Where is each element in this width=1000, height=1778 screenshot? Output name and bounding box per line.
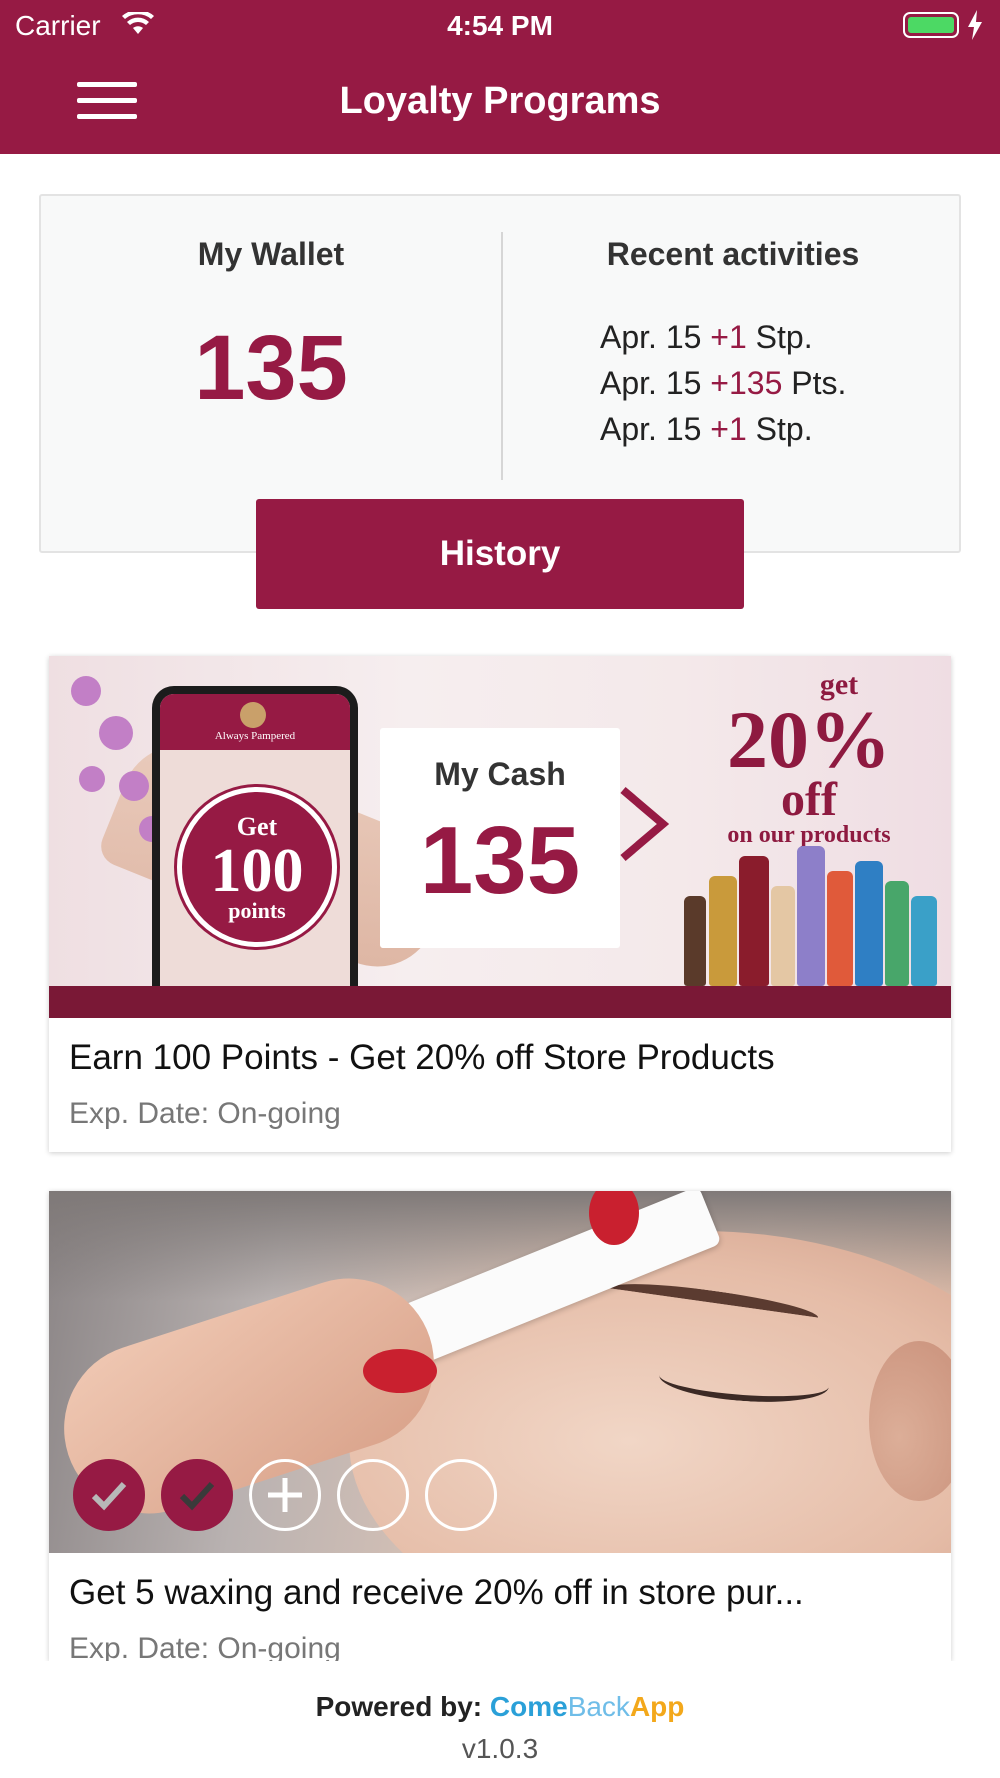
activity-row: Apr. 15 +1 Stp. [600, 314, 940, 360]
orchid-flower [119, 771, 149, 801]
phone-header: Always Pampered [160, 694, 350, 750]
recent-activities-list: Apr. 15 +1 Stp. Apr. 15 +135 Pts. Apr. 1… [600, 314, 940, 452]
status-time: 4:54 PM [447, 10, 553, 41]
orchid-flower [99, 716, 133, 750]
promo-text: get 20% off on our products [689, 668, 929, 849]
banner-bottom-strip [49, 986, 951, 1018]
phone-brand-name: Always Pampered [214, 730, 296, 742]
product-bottle [771, 886, 795, 986]
brand-logo-icon [240, 702, 266, 728]
activity-amount: +1 [710, 411, 747, 447]
badge-points-text: points [228, 898, 286, 923]
top-bar: Carrier 4:54 PM Loyalty Programs [0, 0, 1000, 154]
activity-unit: Pts. [791, 365, 847, 401]
recent-activities-title: Recent activities [606, 236, 860, 272]
activity-row: Apr. 15 +1 Stp. [600, 406, 940, 452]
activity-date: Apr. 15 [600, 411, 702, 447]
activity-unit: Stp. [755, 411, 813, 447]
stamp-completed [161, 1459, 233, 1531]
battery-fill [908, 17, 954, 33]
promo-tail: on our products [727, 822, 891, 848]
my-cash-value: 135 [419, 807, 581, 914]
brand-part-back[interactable]: Back [568, 1691, 630, 1722]
my-cash-box: My Cash 135 [380, 728, 620, 948]
history-button[interactable]: History [256, 499, 744, 609]
charging-bolt-icon [968, 10, 982, 40]
stamp-completed [73, 1459, 145, 1531]
product-bottle [911, 896, 937, 986]
offer-title: Get 5 waxing and receive 20% off in stor… [69, 1573, 804, 1612]
app-version: v1.0.3 [461, 1733, 539, 1764]
footer: Powered by: ComeBackApp v1.0.3 [0, 1661, 1000, 1778]
stamp-empty [337, 1459, 409, 1531]
wallet-balance: 135 [194, 317, 348, 419]
product-bottle [684, 896, 706, 986]
brand-part-come[interactable]: Come [490, 1691, 568, 1722]
status-bar: Carrier 4:54 PM [0, 0, 1000, 50]
activity-unit: Stp. [755, 319, 813, 355]
product-bottle [827, 871, 853, 986]
orchid-flower [79, 766, 105, 792]
promo-percent: 20% [727, 694, 891, 785]
checkmark-icon [91, 1481, 127, 1511]
orchid-flower [71, 676, 101, 706]
product-bottle [885, 881, 909, 986]
activity-date: Apr. 15 [600, 365, 702, 401]
product-bottle [709, 876, 737, 986]
my-cash-label: My Cash [434, 756, 566, 792]
page-title: Loyalty Programs [339, 80, 661, 122]
offer-banner-image: Always Pampered Get 100 points My Cash 1… [49, 656, 951, 1018]
stamp-empty [425, 1459, 497, 1531]
offer-expiry: Exp. Date: On-going [69, 1097, 341, 1130]
offer-expiry: Exp. Date: On-going [69, 1632, 341, 1661]
red-nail [363, 1349, 437, 1393]
stamp-progress [73, 1459, 497, 1533]
chevron-right-icon [620, 786, 669, 862]
activity-row: Apr. 15 +135 Pts. [600, 360, 940, 406]
offer-title: Earn 100 Points - Get 20% off Store Prod… [69, 1038, 775, 1077]
activity-amount: +1 [710, 319, 747, 355]
offer-banner-image [49, 1191, 951, 1553]
get-points-badge: Get 100 points [177, 787, 337, 947]
checkmark-icon [179, 1481, 215, 1511]
product-bottle [855, 861, 883, 986]
stamp-add[interactable] [249, 1459, 321, 1531]
plus-icon [268, 1478, 302, 1512]
product-bottle [739, 856, 769, 986]
product-bottle [797, 846, 825, 986]
powered-label: Powered by: [315, 1691, 483, 1722]
battery-icon [903, 12, 959, 38]
brand-part-app[interactable]: App [630, 1691, 684, 1722]
badge-points-number: 100 [210, 837, 304, 905]
activity-amount: +135 [710, 365, 783, 401]
offer-card[interactable]: Get 5 waxing and receive 20% off in stor… [49, 1191, 951, 1661]
promo-off: off [781, 773, 837, 826]
powered-by: Powered by: ComeBackApp [0, 1691, 1000, 1723]
offer-card[interactable]: Always Pampered Get 100 points My Cash 1… [49, 656, 951, 1152]
wallet-title: My Wallet [197, 236, 345, 272]
activity-date: Apr. 15 [600, 319, 702, 355]
